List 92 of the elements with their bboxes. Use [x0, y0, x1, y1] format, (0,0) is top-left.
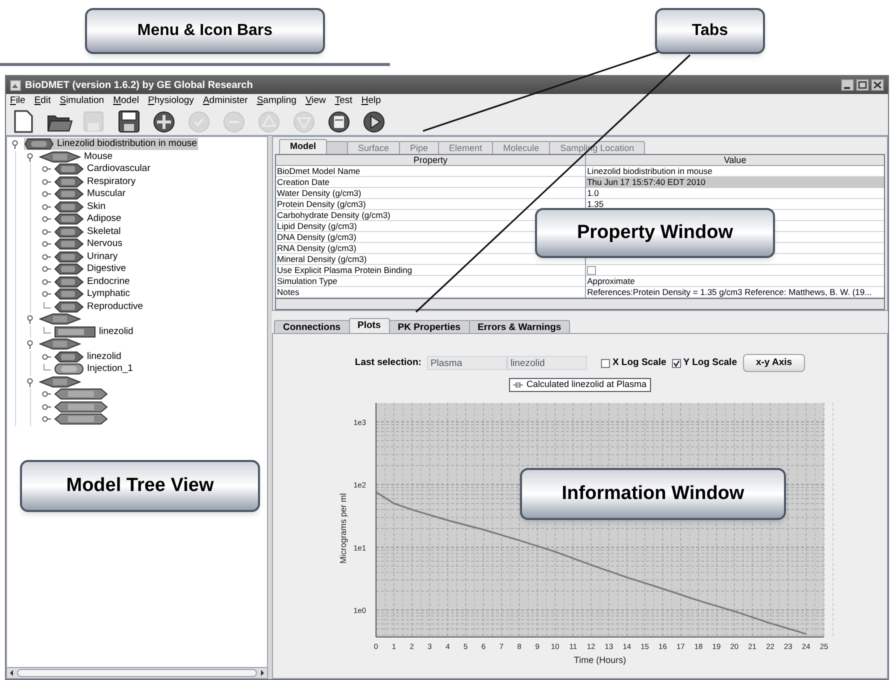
tag-node-icon	[54, 213, 84, 226]
model-node-icon	[24, 138, 54, 150]
legend-line-icon	[513, 382, 524, 388]
axis-button[interactable]: x-y Axis	[742, 354, 806, 372]
menu-item[interactable]: Edit	[34, 94, 51, 108]
diamond-node-icon	[39, 338, 81, 350]
tag-node-icon	[54, 176, 84, 188]
table-cell: 1.0	[587, 188, 599, 198]
menu-item[interactable]: Test	[334, 94, 352, 108]
checkbox[interactable]	[672, 358, 682, 368]
hexagon-node-icon	[54, 413, 108, 426]
maximize-icon[interactable]	[856, 79, 869, 91]
tab[interactable]: PK Properties	[388, 320, 470, 333]
menu-item[interactable]: Model	[113, 94, 139, 108]
menu-item[interactable]: File	[10, 94, 26, 108]
molecule-field: linezolid	[507, 356, 588, 370]
menu-item[interactable]: Physiology	[148, 94, 194, 108]
collapsed-handle-icon[interactable]	[41, 176, 51, 187]
collapsed-handle-icon[interactable]	[41, 202, 51, 212]
menu-item[interactable]: Administer	[202, 94, 248, 108]
collapsed-handle-icon[interactable]	[41, 264, 51, 274]
tag-node-icon	[54, 263, 84, 276]
hexagon-node-icon	[54, 400, 108, 413]
table-cell: 1.35	[587, 199, 604, 209]
tab[interactable]: Errors & Warnings	[468, 320, 570, 333]
table-cell: Use Explicit Plasma Protein Binding	[276, 265, 586, 276]
menu-item[interactable]: Sampling	[256, 94, 296, 108]
app-icon	[10, 80, 21, 90]
diamond-node-icon	[39, 150, 81, 163]
collapsed-handle-icon[interactable]	[41, 289, 51, 300]
column-header[interactable]: Property	[276, 155, 586, 166]
table-cell: Simulation Type	[276, 276, 586, 286]
callout-label: Tabs	[655, 8, 765, 54]
legend-label: Calculated linezolid at Plasma	[526, 378, 647, 392]
table-cell: Linezolid biodistribution in mouse	[587, 166, 712, 176]
minimize-icon[interactable]	[841, 79, 854, 91]
collapsed-handle-icon[interactable]	[41, 252, 51, 262]
callout-label: Menu & Icon Bars	[85, 8, 325, 54]
axis-title: Time (Hours)	[574, 655, 626, 665]
tab[interactable]: Model	[279, 139, 327, 154]
tag-node-icon	[54, 188, 84, 200]
collapsed-handle-icon[interactable]	[41, 189, 51, 200]
collapsed-handle-icon[interactable]	[41, 239, 51, 250]
callout-label: Model Tree View	[20, 460, 260, 512]
collapsed-handle-icon[interactable]	[41, 414, 51, 424]
tag-node-icon	[54, 238, 84, 250]
collapsed-handle-icon[interactable]	[41, 389, 51, 400]
tag-node-icon	[54, 350, 84, 363]
checkbox[interactable]	[587, 266, 596, 275]
tag-node-icon	[54, 200, 84, 213]
menu-item[interactable]: Simulation	[60, 94, 104, 108]
scroll-thumb[interactable]	[17, 669, 257, 677]
callout-label: Information Window	[520, 468, 786, 520]
horizontal-scrollbar[interactable]	[7, 667, 267, 678]
checkbox-label: Y Log Scale	[683, 356, 737, 370]
collapsed-handle-icon[interactable]	[41, 276, 51, 287]
table-cell: BioDmet Model Name	[276, 166, 586, 176]
rectangle-node-icon	[54, 326, 96, 338]
menu-item[interactable]: View	[305, 94, 326, 108]
collapsed-handle-icon[interactable]	[41, 214, 51, 224]
tag-node-icon	[54, 250, 84, 263]
callout-label: Property Window	[535, 208, 775, 258]
collapsed-handle-icon[interactable]	[41, 402, 51, 412]
checkbox[interactable]	[601, 358, 610, 368]
close-icon[interactable]	[871, 79, 884, 91]
collapsed-handle-icon[interactable]	[41, 164, 51, 174]
tab[interactable]: Connections	[274, 320, 350, 333]
table-cell: Thu Jun 17 15:57:40 EDT 2010	[587, 177, 706, 187]
collapsed-handle-icon[interactable]	[41, 226, 51, 237]
oval-node-icon	[54, 363, 84, 376]
table-cell: Water Density (g/cm3)	[276, 188, 586, 198]
tag-node-icon	[54, 276, 84, 288]
axis-title: Micrograms per ml	[338, 493, 348, 564]
checkbox-label: X Log Scale	[612, 356, 666, 370]
table-cell: References:Protein Density = 1.35 g/cm3 Reference: Matthews, B. W. (19...	[587, 287, 872, 297]
check-icon	[673, 360, 680, 366]
collapsed-handle-icon[interactable]	[41, 352, 51, 362]
table-cell: Approximate	[587, 276, 635, 286]
expanded-handle-icon[interactable]	[26, 376, 36, 387]
window-title: BioDMET (version 1.6.2) by GE Global Research	[25, 78, 253, 92]
hexagon-node-icon	[54, 388, 108, 400]
tag-node-icon	[54, 163, 84, 176]
diamond-node-icon	[39, 376, 81, 388]
menu-item[interactable]: Help	[361, 94, 381, 108]
tag-node-icon	[54, 226, 84, 238]
location-field: Plasma	[427, 356, 508, 370]
column-header[interactable]: Value	[586, 155, 884, 166]
diamond-node-icon	[39, 313, 81, 326]
table-cell: Notes	[276, 287, 586, 298]
last-selection-label: Last selection:	[354, 356, 422, 370]
tag-node-icon	[54, 288, 84, 300]
tag-node-icon	[54, 300, 84, 313]
